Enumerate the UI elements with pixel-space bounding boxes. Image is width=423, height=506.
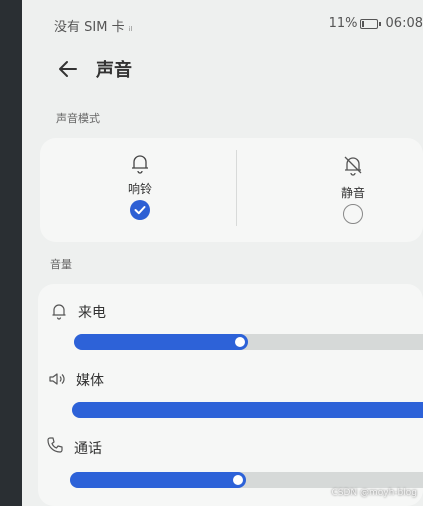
volume-section-label: 音量 xyxy=(50,258,72,271)
back-arrow-icon[interactable] xyxy=(56,56,80,82)
ring-selected-check-icon[interactable] xyxy=(130,200,150,220)
media-volume-fill xyxy=(72,402,423,418)
watermark: CSDN @moyh-blog xyxy=(331,488,417,498)
status-bar: 没有 SIM 卡 ᵢₗ 11% 06:08 xyxy=(22,14,423,38)
speaker-icon xyxy=(49,373,65,385)
checkmark-icon xyxy=(134,206,146,215)
bell-icon xyxy=(52,304,66,320)
carrier-status: 没有 SIM 卡 ᵢₗ xyxy=(54,16,132,35)
call-volume-thumb[interactable] xyxy=(231,473,245,487)
ringtone-volume-slider[interactable] xyxy=(74,334,423,350)
call-volume-slider[interactable] xyxy=(70,472,423,488)
sound-mode-card: 响铃 静音 xyxy=(40,138,423,242)
call-volume-label: 通话 xyxy=(74,441,102,457)
mode-ring[interactable]: 响铃 xyxy=(80,138,200,242)
media-volume-slider[interactable] xyxy=(72,402,423,418)
carrier-text: 没有 SIM 卡 xyxy=(54,20,125,35)
bell-icon xyxy=(132,155,148,174)
battery-percent: 11% xyxy=(328,16,358,31)
mode-ring-label: 响铃 xyxy=(127,182,152,196)
media-volume-label: 媒体 xyxy=(76,373,104,389)
mode-silent-label: 静音 xyxy=(340,186,365,200)
volume-card: 来电 媒体 通话 xyxy=(38,284,423,506)
signal-icon: ᵢₗ xyxy=(128,21,133,34)
mode-divider xyxy=(236,150,237,226)
phone-icon xyxy=(47,437,63,453)
silent-radio-icon[interactable] xyxy=(343,204,363,224)
clock: 06:08 xyxy=(385,16,423,31)
battery-fill xyxy=(361,20,364,27)
mode-silent[interactable]: 静音 xyxy=(293,138,413,242)
ringtone-volume-thumb[interactable] xyxy=(233,335,247,349)
settings-screen: 没有 SIM 卡 ᵢₗ 11% 06:08 声音 声音模式 响铃 静音 音量 来… xyxy=(22,0,423,506)
ringtone-volume-fill xyxy=(74,334,248,350)
page-title: 声音 xyxy=(96,60,132,81)
call-volume-fill xyxy=(70,472,246,488)
battery-icon xyxy=(359,18,381,29)
bell-muted-icon xyxy=(344,156,362,176)
status-right: 11% 06:08 xyxy=(329,16,423,31)
ringtone-volume-label: 来电 xyxy=(78,305,106,321)
sound-mode-section-label: 声音模式 xyxy=(56,112,100,125)
